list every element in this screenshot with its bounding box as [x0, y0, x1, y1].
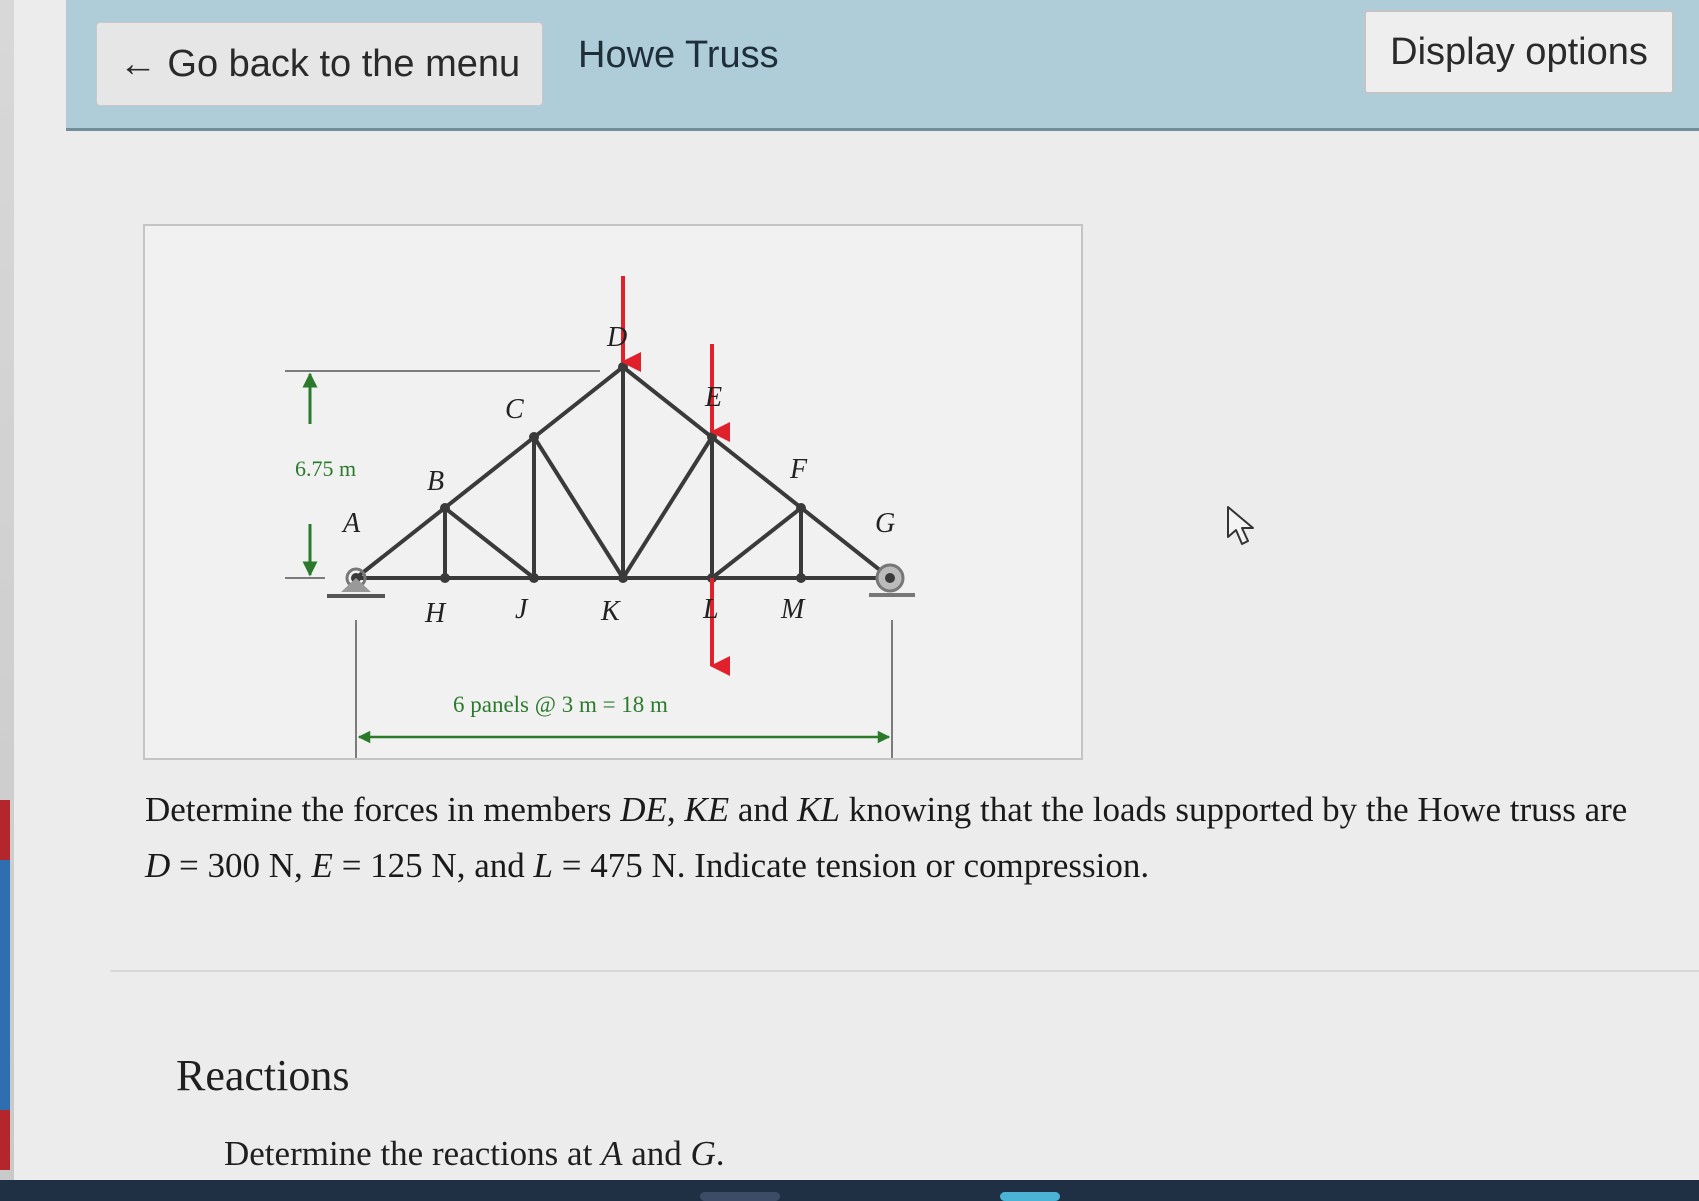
task-text: and	[622, 1134, 691, 1173]
height-label: 6.75 m	[295, 456, 356, 481]
section-divider	[110, 970, 1699, 972]
roller-support-G	[869, 563, 915, 597]
top-chord-left	[354, 365, 625, 580]
node-label-F: F	[789, 454, 808, 485]
member-EK	[621, 435, 714, 580]
problem-text: Determine the forces in members	[145, 790, 621, 829]
node-label-K: K	[600, 596, 621, 627]
joint-B	[440, 503, 450, 513]
taskbar	[0, 1180, 1699, 1201]
task-text: .	[715, 1134, 725, 1173]
task-text: Determine the reactions at	[224, 1134, 602, 1173]
member-KL: KL	[797, 790, 840, 829]
node-label-E: E	[704, 382, 722, 413]
reactions-task: Determine the reactions at A and G.	[224, 1134, 725, 1174]
page-title: Howe Truss	[578, 34, 779, 76]
edge-strip	[0, 800, 10, 860]
reactions-heading: Reactions	[176, 1051, 350, 1100]
problem-text: and	[729, 790, 798, 829]
load-E-symbol: E	[311, 846, 333, 885]
node-label-A: A	[341, 508, 361, 539]
member-KE: KE	[684, 790, 730, 829]
truss-diagram: 6.75 m A B C D E F G H J K L M 6 panels …	[285, 276, 915, 758]
taskbar-item[interactable]	[700, 1192, 780, 1201]
back-to-menu-button[interactable]: ← Go back to the menu	[96, 22, 543, 106]
node-label-C: C	[505, 394, 524, 425]
problem-text: knowing that the loads supported by the …	[839, 790, 1628, 829]
load-D-symbol: D	[145, 846, 171, 885]
edge-strip	[0, 1110, 10, 1170]
joint-H	[440, 573, 450, 583]
problem-statement: Determine the forces in members DE, KE a…	[145, 782, 1655, 894]
truss-figure: 6.75 m A B C D E F G H J K L M 6 panels …	[143, 224, 1083, 760]
joint-E	[707, 432, 717, 442]
problem-text: = 475 N. Indicate tension or compression…	[552, 846, 1150, 885]
member-BJ	[443, 506, 536, 580]
problem-text: = 125 N, and	[332, 846, 534, 885]
left-edge	[0, 0, 14, 1180]
header-bar: ← Go back to the menu Howe Truss Display…	[66, 0, 1699, 131]
node-label-M: M	[780, 594, 806, 625]
member-CK	[532, 435, 625, 580]
node-label-J: J	[515, 594, 529, 625]
joint-J	[529, 573, 539, 583]
node-label-L: L	[702, 594, 719, 625]
screen: ← Go back to the menu Howe Truss Display…	[0, 0, 1699, 1180]
problem-text: ,	[666, 790, 685, 829]
mouse-pointer-icon	[1227, 506, 1254, 545]
joint-D	[618, 362, 628, 372]
joint-M	[796, 573, 806, 583]
support-G-symbol: G	[690, 1134, 716, 1173]
member-FL	[710, 506, 803, 580]
node-label-H: H	[424, 598, 447, 629]
display-options-button[interactable]: Display options	[1364, 10, 1674, 94]
node-label-G: G	[875, 508, 895, 539]
node-label-D: D	[606, 322, 627, 353]
member-DE: DE	[620, 790, 667, 829]
problem-text: = 300 N,	[170, 846, 312, 885]
top-chord-right	[621, 365, 892, 580]
joint-K	[618, 573, 628, 583]
load-L-symbol: L	[533, 846, 553, 885]
span-label: 6 panels @ 3 m = 18 m	[453, 692, 668, 717]
edge-strip	[0, 860, 10, 1110]
joint-C	[529, 432, 539, 442]
taskbar-item[interactable]	[1000, 1192, 1060, 1201]
support-A-symbol: A	[601, 1134, 623, 1173]
node-label-B: B	[427, 466, 444, 497]
joint-F	[796, 503, 806, 513]
